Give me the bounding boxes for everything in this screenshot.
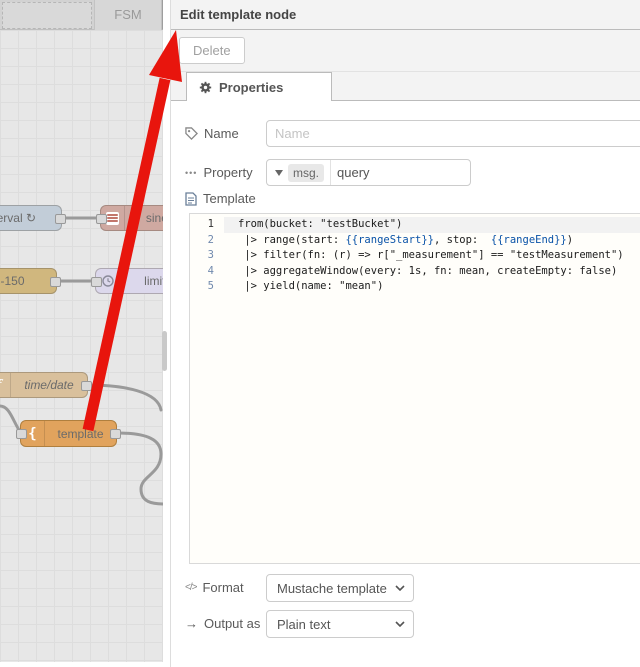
node-ms150-label: s-150 bbox=[0, 274, 25, 288]
flow-canvas[interactable]: interval ↻ sineWave s-150 bbox=[0, 30, 163, 662]
tray-toolbar: Delete bbox=[171, 30, 640, 72]
node-timedate[interactable]: f time/date bbox=[0, 372, 92, 398]
arrow-right-icon: → bbox=[185, 616, 198, 631]
flow-wires bbox=[0, 216, 163, 506]
tray-content: Name ••• Property msg. query bbox=[171, 101, 640, 639]
node-limit-label: limit 1 ms bbox=[144, 274, 163, 288]
node-interval-label: interval ↻ bbox=[0, 211, 37, 225]
node-red-window: FSM interval ↻ sineWave bbox=[0, 0, 640, 667]
property-type-chip: msg. bbox=[288, 163, 325, 182]
template-code-editor[interactable]: 1 2 3 4 5 from(bucket: "testBucket") |> rang… bbox=[189, 213, 640, 564]
node-timedate-label: time/date bbox=[24, 378, 74, 392]
tab-properties-label: Properties bbox=[219, 79, 284, 95]
line-number-3: 3 bbox=[207, 249, 214, 261]
caret-down-icon bbox=[275, 169, 283, 176]
output-as-label: → Output as bbox=[185, 616, 261, 631]
line-number-5: 5 bbox=[207, 280, 214, 292]
function-icon: f bbox=[0, 373, 11, 397]
workspace-vertical-scrollbar[interactable] bbox=[162, 331, 167, 371]
code-icon: </> bbox=[185, 582, 198, 593]
line-number-4: 4 bbox=[207, 264, 214, 277]
ellipsis-icon: ••• bbox=[185, 167, 198, 178]
node-limit-input-port[interactable] bbox=[91, 277, 102, 287]
node-template-input-port[interactable] bbox=[16, 429, 27, 439]
property-type-button[interactable]: msg. bbox=[267, 160, 332, 185]
tray-tab-row: Properties bbox=[171, 72, 640, 101]
code-line-4[interactable]: |> aggregateWindow(every: 1s, fn: mean, … bbox=[224, 264, 640, 280]
line-number-1: 1 bbox=[207, 218, 214, 230]
node-template-output-port[interactable] bbox=[110, 429, 121, 439]
code-line-1[interactable]: from(bucket: "testBucket") bbox=[224, 217, 640, 233]
node-interval-output-port[interactable] bbox=[55, 214, 66, 224]
node-sinewave-label: sineWave bbox=[145, 211, 163, 225]
format-select[interactable]: Mustache template bbox=[266, 574, 414, 602]
name-label: Name bbox=[185, 126, 239, 141]
node-sinewave-input-port[interactable] bbox=[96, 214, 107, 224]
node-ms150[interactable]: s-150 bbox=[0, 268, 61, 294]
node-timedate-output-port[interactable] bbox=[81, 381, 92, 391]
property-value[interactable]: query bbox=[331, 165, 370, 180]
template-label: Template bbox=[185, 191, 256, 206]
edit-tray: Edit template node Delete Properties Nam… bbox=[170, 0, 640, 667]
code-lines[interactable]: from(bucket: "testBucket") |> range(star… bbox=[224, 214, 640, 563]
chevron-down-icon bbox=[395, 585, 405, 591]
code-line-2[interactable]: |> range(start: {{rangeStart}}, stop: {{… bbox=[224, 233, 640, 249]
flow-workspace: FSM interval ↻ sineWave bbox=[0, 0, 163, 662]
node-limit[interactable]: limit 1 ms bbox=[91, 268, 163, 294]
node-ms150-output-port[interactable] bbox=[50, 277, 61, 287]
line-number-2: 2 bbox=[207, 233, 214, 246]
gear-icon bbox=[199, 81, 212, 93]
chevron-down-icon bbox=[395, 621, 405, 627]
tab-properties[interactable]: Properties bbox=[186, 72, 332, 101]
delete-button[interactable]: Delete bbox=[179, 37, 245, 64]
document-icon bbox=[185, 191, 197, 206]
code-gutter: 1 2 3 4 5 bbox=[190, 214, 224, 563]
property-label: ••• Property bbox=[185, 165, 253, 180]
format-label: </> Format bbox=[185, 580, 244, 595]
workspace-tab-partial[interactable] bbox=[2, 2, 92, 29]
code-line-3[interactable]: |> filter(fn: (r) => r["_measurement"] =… bbox=[224, 248, 640, 264]
name-input[interactable] bbox=[266, 120, 640, 147]
tray-title: Edit template node bbox=[171, 0, 640, 30]
workspace-tab-bar: FSM bbox=[0, 0, 163, 30]
workspace-tab-fsm[interactable]: FSM bbox=[94, 0, 162, 30]
property-typed-input[interactable]: msg. query bbox=[266, 159, 471, 186]
node-template[interactable]: { template bbox=[16, 420, 121, 447]
node-interval[interactable]: interval ↻ bbox=[0, 205, 66, 231]
node-sinewave[interactable]: sineWave bbox=[96, 205, 163, 231]
tag-icon bbox=[185, 127, 198, 140]
node-template-label: template bbox=[57, 426, 104, 441]
output-as-select[interactable]: Plain text bbox=[266, 610, 414, 638]
code-line-5[interactable]: |> yield(name: "mean") bbox=[224, 279, 640, 295]
